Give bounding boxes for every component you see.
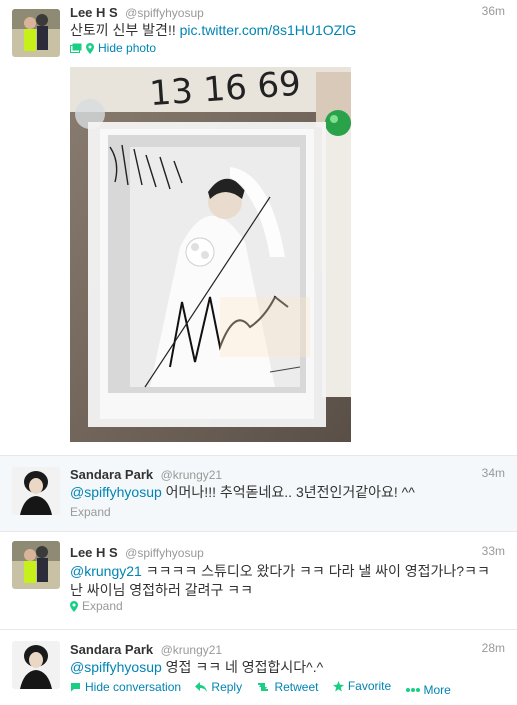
timestamp[interactable]: 28m	[482, 641, 505, 655]
retweet-button[interactable]: Retweet	[256, 680, 318, 694]
mention-link[interactable]: @spiffyhyosup	[70, 484, 162, 500]
tweet-text-main: 어머나!!! 추억돋네요.. 3년전인거같아요! ^^	[161, 484, 415, 500]
reply-icon	[195, 681, 208, 692]
reply-button[interactable]: Reply	[195, 680, 242, 694]
tweet-text: @krungy21 ㅋㅋㅋㅋ 스튜디오 왔다가 ㅋㅋ 다라 낼 싸이 영접가나?…	[70, 562, 505, 600]
tweet[interactable]: Lee H S @spiffyhyosup 33m @krungy21 ㅋㅋㅋㅋ…	[0, 532, 517, 630]
favorite-star-icon	[332, 680, 344, 691]
avatar[interactable]	[12, 641, 60, 689]
tweet-header: Sandara Park @krungy21 28m	[70, 641, 505, 659]
fullname[interactable]: Sandara Park	[70, 642, 153, 657]
avatar[interactable]	[12, 467, 60, 515]
more-label: More	[423, 682, 451, 697]
expand-label: Expand	[82, 599, 123, 613]
photo-link[interactable]: pic.twitter.com/8s1HU1OZlG	[180, 22, 357, 38]
location-pin-icon	[86, 42, 94, 54]
tweet-text-main: 영접 ㅋㅋ 네 영접합시다^.^	[161, 659, 324, 675]
tweet-actions: Hide photo	[70, 41, 167, 56]
tweet[interactable]: Sandara Park @krungy21 28m @spiffyhyosup…	[0, 630, 517, 705]
expand-button[interactable]: Expand	[70, 505, 111, 519]
username[interactable]: @krungy21	[161, 643, 223, 657]
tweet-text: @spiffyhyosup 영접 ㅋㅋ 네 영접합시다^.^	[70, 658, 505, 677]
tweet-actions: Hide conversation Reply Retweet Favorite…	[70, 679, 462, 697]
tweet[interactable]: Lee H S @spiffyhyosup 36m 산토끼 신부 발견!! pi…	[0, 0, 517, 456]
fullname[interactable]: Sandara Park	[70, 467, 153, 482]
mention-link[interactable]: @krungy21	[70, 563, 142, 579]
avatar[interactable]	[12, 9, 60, 57]
retweet-label: Retweet	[274, 679, 319, 694]
avatar[interactable]	[12, 541, 60, 589]
hide-conversation-label: Hide conversation	[85, 679, 182, 694]
hide-photo-button[interactable]: Hide photo	[70, 41, 156, 55]
conversation-icon	[71, 682, 80, 691]
tweet-header: Lee H S @spiffyhyosup 33m	[70, 544, 505, 562]
tweet-text: @spiffyhyosup 어머나!!! 추억돋네요.. 3년전인거같아요! ^…	[70, 483, 505, 502]
tweet-actions: Expand	[70, 599, 134, 615]
tweet-photo[interactable]: 13 16 69	[70, 67, 351, 442]
timestamp[interactable]: 36m	[482, 4, 505, 18]
more-button[interactable]: More	[405, 682, 451, 697]
mention-link[interactable]: @spiffyhyosup	[70, 659, 162, 675]
favorite-label: Favorite	[347, 679, 392, 693]
expand-button[interactable]: Expand	[70, 599, 123, 613]
more-dots-icon	[405, 687, 420, 692]
username[interactable]: @spiffyhyosup	[125, 6, 204, 20]
hide-conversation-button[interactable]: Hide conversation	[70, 680, 181, 694]
tweet-header: Lee H S @spiffyhyosup 36m	[70, 4, 505, 22]
reply-label: Reply	[211, 679, 243, 694]
username[interactable]: @spiffyhyosup	[125, 546, 204, 560]
timestamp[interactable]: 34m	[482, 466, 505, 480]
tweet[interactable]: Sandara Park @krungy21 34m @spiffyhyosup…	[0, 456, 517, 532]
fullname[interactable]: Lee H S	[70, 5, 118, 20]
tweet-header: Sandara Park @krungy21 34m	[70, 466, 505, 484]
location-pin-icon	[70, 600, 78, 612]
tweet-text: 산토끼 신부 발견!! pic.twitter.com/8s1HU1OZlG	[70, 21, 505, 40]
timestamp[interactable]: 33m	[482, 544, 505, 558]
retweet-icon	[258, 682, 269, 691]
tweet-text-main: 산토끼 신부 발견!!	[70, 22, 180, 38]
favorite-button[interactable]: Favorite	[332, 679, 392, 693]
media-icon	[70, 43, 82, 53]
tweet-actions: Expand	[70, 505, 122, 519]
fullname[interactable]: Lee H S	[70, 545, 118, 560]
hide-photo-label: Hide photo	[98, 41, 157, 55]
username[interactable]: @krungy21	[161, 468, 223, 482]
